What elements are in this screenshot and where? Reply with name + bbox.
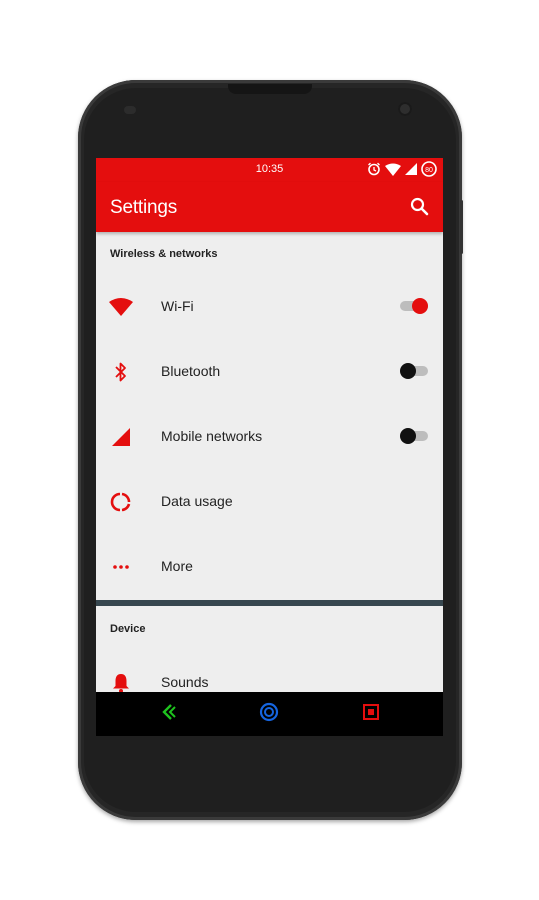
home-icon xyxy=(259,702,279,727)
mobile-signal-icon xyxy=(108,424,134,450)
home-button[interactable] xyxy=(258,702,280,727)
more-dots-icon xyxy=(108,554,134,580)
settings-item-label: Data usage xyxy=(161,493,233,509)
battery-level: 80 xyxy=(425,167,433,174)
settings-item-data-usage[interactable]: Data usage xyxy=(96,469,443,533)
recents-button[interactable] xyxy=(360,703,382,725)
status-icons: 80 xyxy=(367,161,437,177)
mobile-networks-toggle[interactable] xyxy=(400,428,428,444)
phone-sensor xyxy=(124,106,136,114)
back-icon xyxy=(161,703,177,726)
settings-item-label: More xyxy=(161,558,193,574)
settings-item-wifi[interactable]: Wi-Fi xyxy=(96,274,443,338)
wifi-toggle[interactable] xyxy=(400,298,428,314)
recents-icon xyxy=(362,703,380,726)
cellular-icon xyxy=(405,163,417,175)
settings-item-more[interactable]: More xyxy=(96,534,443,598)
back-button[interactable] xyxy=(158,703,180,725)
phone-earpiece xyxy=(228,84,312,94)
data-usage-icon xyxy=(108,489,134,515)
bluetooth-toggle[interactable] xyxy=(400,363,428,379)
settings-item-bluetooth[interactable]: Bluetooth xyxy=(96,339,443,403)
section-header-wireless: Wireless & networks xyxy=(110,248,218,260)
search-button[interactable] xyxy=(409,196,431,218)
wifi-icon xyxy=(108,294,134,320)
wifi-icon xyxy=(385,163,401,176)
screen: 10:35 80 Settings Wireless & networks Wi… xyxy=(96,158,443,736)
settings-item-mobile-networks[interactable]: Mobile networks xyxy=(96,404,443,468)
settings-item-label: Wi-Fi xyxy=(161,298,194,314)
settings-item-label: Mobile networks xyxy=(161,428,263,444)
battery-icon: 80 xyxy=(421,161,437,177)
status-bar: 10:35 80 xyxy=(96,158,443,182)
front-camera xyxy=(398,102,412,116)
app-bar: Settings xyxy=(96,182,443,232)
section-divider xyxy=(96,600,443,606)
bluetooth-icon xyxy=(108,359,134,385)
settings-item-label: Bluetooth xyxy=(161,363,221,379)
alarm-icon xyxy=(367,162,381,176)
power-button xyxy=(460,200,463,254)
search-icon xyxy=(409,197,431,222)
settings-item-label: Sounds xyxy=(161,674,209,690)
page-title: Settings xyxy=(110,197,178,218)
section-header-device: Device xyxy=(110,623,146,635)
navigation-bar xyxy=(96,692,443,736)
